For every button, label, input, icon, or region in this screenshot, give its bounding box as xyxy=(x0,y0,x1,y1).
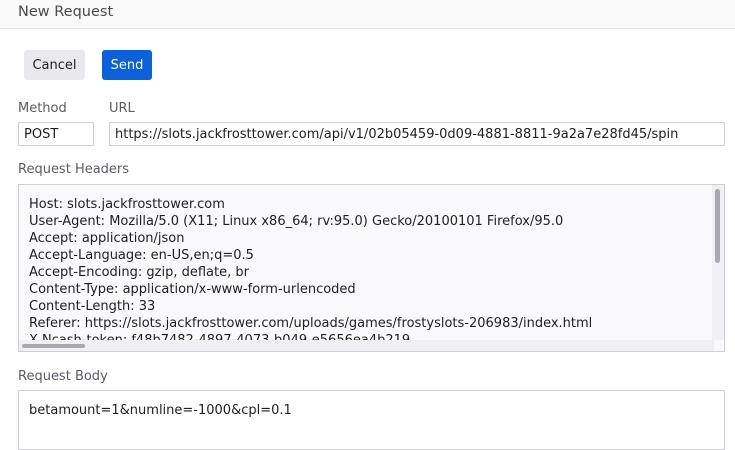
vertical-scrollbar[interactable] xyxy=(712,185,724,340)
header-line: Accept-Language: en-US,en;q=0.5 xyxy=(29,248,254,263)
header-line: Content-Type: application/x-www-form-url… xyxy=(29,282,356,297)
method-label: Method xyxy=(18,101,67,116)
header-line: Host: slots.jackfrosttower.com xyxy=(29,197,225,212)
horizontal-scrollbar[interactable] xyxy=(19,340,714,351)
header-line: Referer: https://slots.jackfrosttower.co… xyxy=(29,316,593,331)
header-line: Content-Length: 33 xyxy=(29,299,156,314)
url-field[interactable]: https://slots.jackfrosttower.com/api/v1/… xyxy=(109,122,725,146)
header-line: Accept: application/json xyxy=(29,231,185,246)
vertical-scrollbar-thumb[interactable] xyxy=(715,189,720,263)
request-body-label: Request Body xyxy=(18,369,108,384)
header-line: User-Agent: Mozilla/5.0 (X11; Linux x86_… xyxy=(29,214,564,229)
url-label: URL xyxy=(109,101,135,116)
title-bar: New Request xyxy=(0,0,735,29)
window-title: New Request xyxy=(18,4,114,20)
header-line: Accept-Encoding: gzip, deflate, br xyxy=(29,265,249,280)
request-headers-textarea[interactable]: Host: slots.jackfrosttower.com User-Agen… xyxy=(18,184,725,352)
horizontal-scrollbar-thumb[interactable] xyxy=(22,344,85,348)
request-headers-label: Request Headers xyxy=(18,162,130,177)
request-body-textarea[interactable]: betamount=1&numline=-1000&cpl=0.1 xyxy=(18,390,725,450)
request-headers-content[interactable]: Host: slots.jackfrosttower.com User-Agen… xyxy=(29,196,713,341)
method-field[interactable]: POST xyxy=(18,122,94,146)
cancel-button[interactable]: Cancel xyxy=(24,50,85,80)
send-button[interactable]: Send xyxy=(102,50,152,80)
